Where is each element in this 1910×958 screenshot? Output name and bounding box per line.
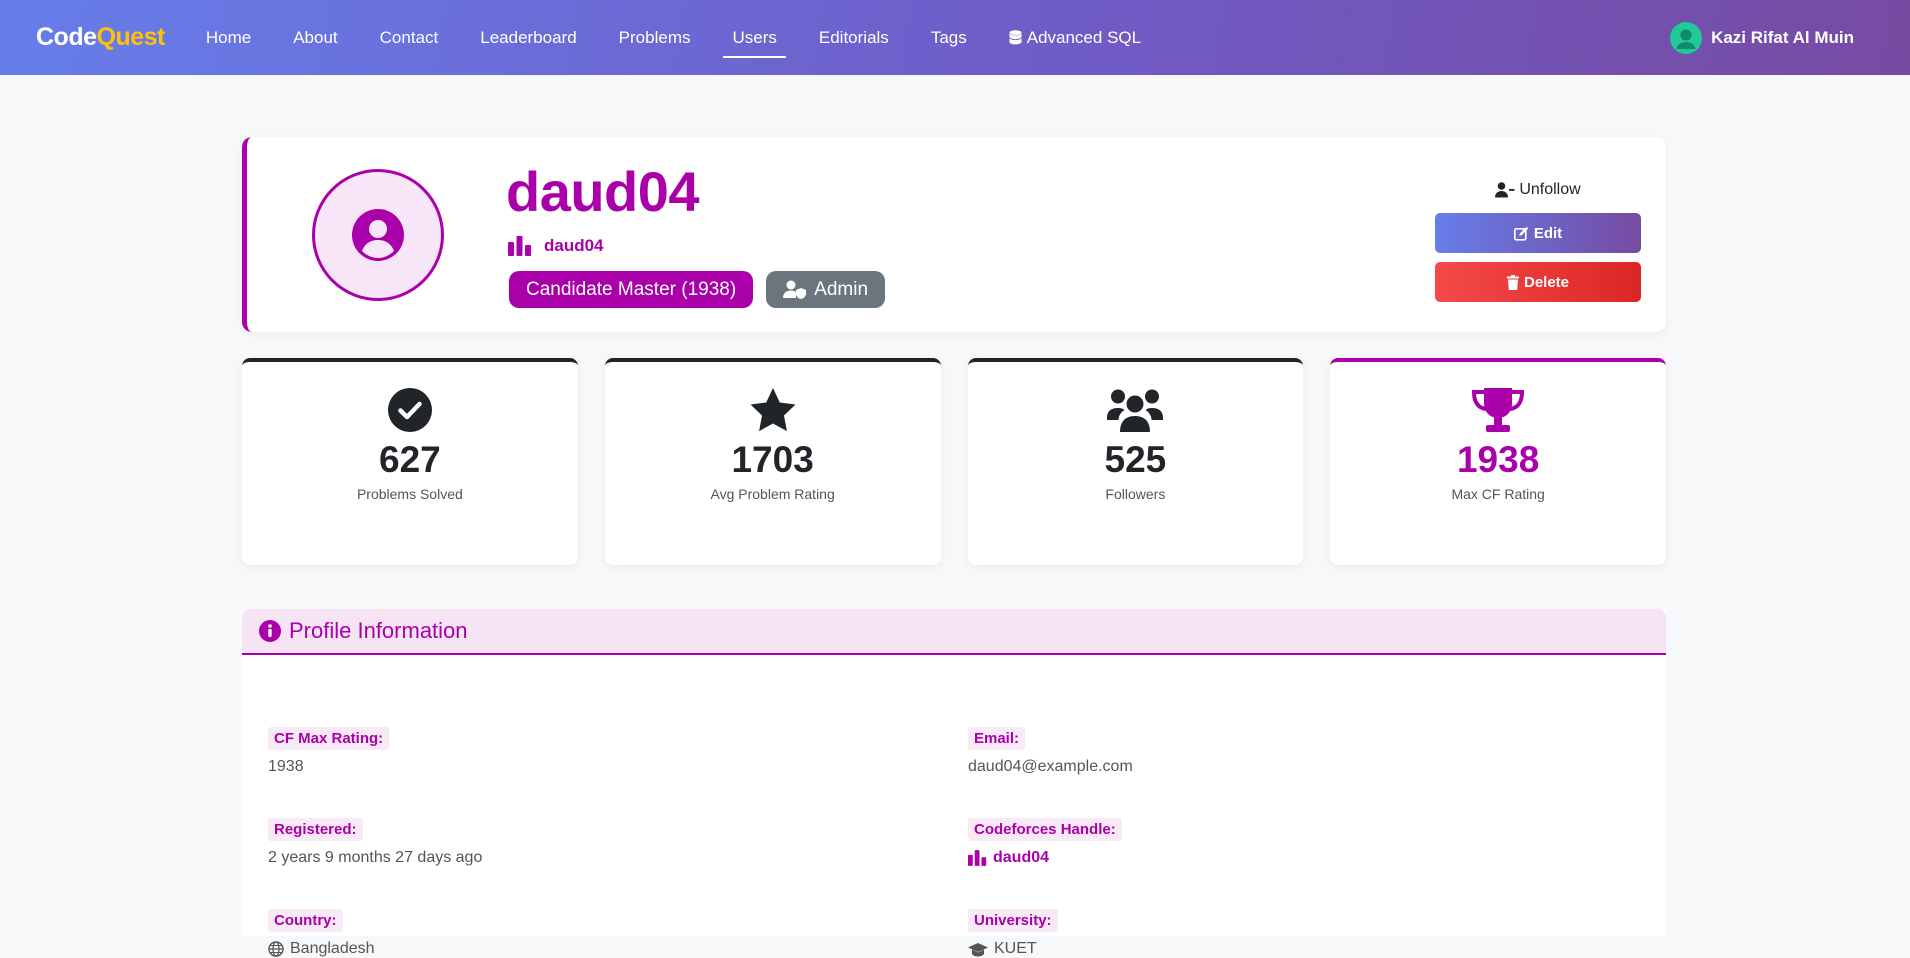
- field-value-row: KUET: [968, 940, 1058, 958]
- brand-logo[interactable]: CodeQuest: [36, 23, 165, 52]
- trash-icon: [1506, 274, 1519, 290]
- field-registered: Registered: 2 years 9 months 27 days ago: [268, 818, 482, 867]
- stat-card-problems-solved: 627 Problems Solved: [242, 358, 578, 565]
- check-circle-icon: [387, 388, 432, 432]
- unfollow-button[interactable]: Unfollow: [1435, 175, 1641, 205]
- bar-chart-icon: [968, 850, 987, 866]
- role-badge-label: Admin: [814, 278, 869, 300]
- profile-information-title: Profile Information: [289, 618, 468, 643]
- nav-links: Home About Contact Leaderboard Problems …: [185, 0, 1162, 75]
- stat-value: 1938: [1456, 439, 1540, 480]
- nav-advanced-sql-label: Advanced SQL: [1026, 27, 1142, 47]
- nav-home[interactable]: Home: [185, 0, 272, 75]
- field-value: KUET: [994, 940, 1037, 957]
- user-circle-icon: [352, 209, 404, 261]
- star-icon: [750, 388, 796, 432]
- trophy-icon: [1472, 388, 1525, 432]
- rank-badge: Candidate Master (1938): [509, 271, 754, 308]
- cf-handle-text: daud04: [544, 236, 604, 255]
- cf-handle-link[interactable]: daud04: [508, 236, 604, 256]
- top-navbar: CodeQuest Home About Contact Leaderboard…: [0, 0, 1910, 75]
- profile-username: daud04: [506, 160, 700, 223]
- field-codeforces-handle: Codeforces Handle: daud04: [968, 818, 1122, 867]
- role-badge: Admin: [766, 271, 886, 308]
- nav-editorials[interactable]: Editorials: [798, 0, 910, 75]
- field-value: daud04@example.com: [968, 758, 1133, 775]
- user-avatar-icon: [1670, 21, 1703, 54]
- user-shield-icon: [783, 280, 807, 299]
- profile-avatar: [312, 169, 444, 301]
- field-value-row: Bangladesh: [268, 940, 375, 958]
- profile-badges: Candidate Master (1938) Admin: [509, 271, 886, 308]
- field-label: Country:: [268, 909, 343, 932]
- field-label: University:: [968, 909, 1058, 932]
- field-label: CF Max Rating:: [268, 727, 390, 750]
- nav-tags[interactable]: Tags: [910, 0, 988, 75]
- delete-button[interactable]: Delete: [1435, 262, 1641, 302]
- nav-advanced-sql[interactable]: Advanced SQL: [988, 0, 1162, 75]
- field-label: Registered:: [268, 818, 363, 841]
- field-cf-max-rating: CF Max Rating: 1938: [268, 727, 390, 776]
- stat-value: 627: [379, 439, 441, 480]
- stat-card-avg-problem-rating: 1703 Avg Problem Rating: [604, 358, 941, 565]
- stat-label: Max CF Rating: [1451, 486, 1545, 502]
- info-circle-icon: [259, 620, 281, 642]
- graduation-cap-icon: [968, 942, 988, 956]
- stat-value: 1703: [731, 439, 814, 480]
- unfollow-label: Unfollow: [1519, 181, 1581, 198]
- profile-information-header: Profile Information: [242, 609, 1666, 655]
- field-country: Country: Bangladesh: [268, 909, 375, 958]
- field-value: daud04: [993, 849, 1050, 866]
- stat-card-max-cf-rating: 1938 Max CF Rating: [1330, 358, 1666, 565]
- edit-icon: [1513, 226, 1529, 241]
- field-value: 2 years 9 months 27 days ago: [268, 849, 483, 866]
- stat-value: 525: [1104, 439, 1167, 480]
- stats-row: 627 Problems Solved 1703 Avg Problem Rat…: [242, 358, 1666, 565]
- field-value: Bangladesh: [290, 940, 375, 957]
- field-email: Email: daud04@example.com: [968, 727, 1133, 776]
- field-label: Codeforces Handle:: [968, 818, 1122, 841]
- field-value: 1938: [268, 758, 304, 775]
- stat-label: Avg Problem Rating: [710, 486, 835, 502]
- user-menu[interactable]: Kazi Rifat Al Muin: [1670, 21, 1854, 54]
- nav-problems[interactable]: Problems: [598, 0, 712, 75]
- stat-card-followers: 525 Followers: [967, 358, 1304, 565]
- edit-label: Edit: [1533, 224, 1563, 242]
- cf-handle-profile-link[interactable]: daud04: [968, 849, 1122, 867]
- profile-header-card: daud04 daud04 Candidate Master (1938) Ad…: [242, 137, 1666, 332]
- stat-label: Problems Solved: [356, 486, 463, 502]
- edit-button[interactable]: Edit: [1435, 213, 1641, 253]
- database-icon: [1009, 30, 1022, 45]
- user-name: Kazi Rifat Al Muin: [1711, 27, 1854, 47]
- delete-label: Delete: [1523, 273, 1570, 291]
- nav-about[interactable]: About: [272, 0, 358, 75]
- profile-information-section: Profile Information CF Max Rating: 1938 …: [242, 609, 1666, 957]
- bar-chart-icon: [508, 236, 531, 256]
- user-minus-icon: [1495, 182, 1515, 198]
- nav-leaderboard[interactable]: Leaderboard: [459, 0, 597, 75]
- globe-icon: [268, 941, 284, 957]
- users-icon: [1107, 389, 1164, 432]
- field-university: University: KUET: [968, 909, 1058, 958]
- nav-contact[interactable]: Contact: [359, 0, 460, 75]
- field-label: Email:: [968, 727, 1026, 750]
- profile-actions: Unfollow Edit Delete: [1435, 175, 1641, 311]
- stat-label: Followers: [1105, 486, 1166, 502]
- nav-users[interactable]: Users: [711, 0, 797, 75]
